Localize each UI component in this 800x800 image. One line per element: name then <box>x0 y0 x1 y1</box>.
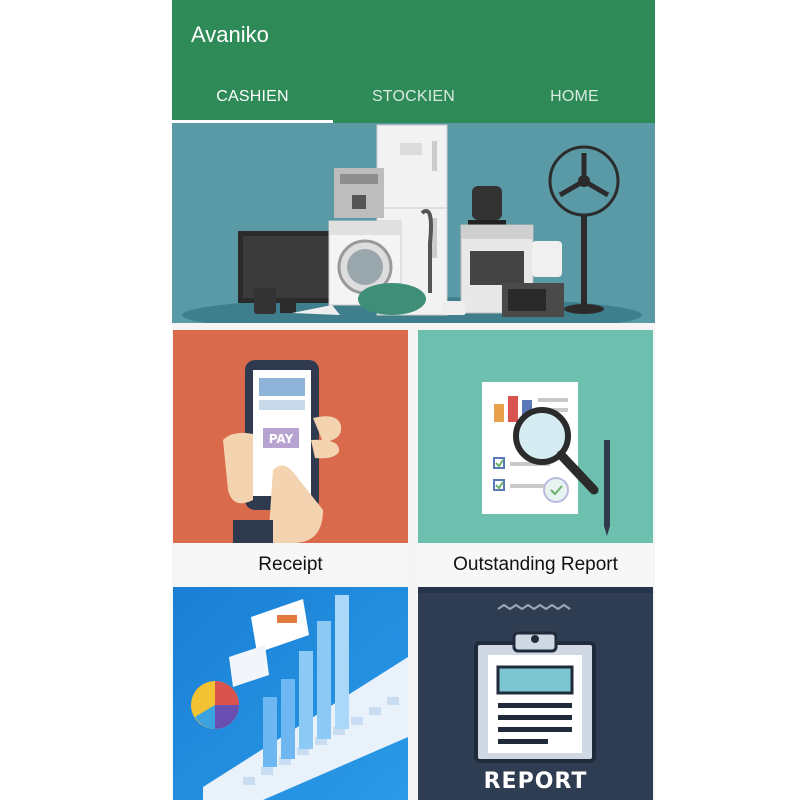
app-title: Avaniko <box>191 22 269 47</box>
report-tile[interactable]: REPORT <box>418 587 653 800</box>
outstanding-report-tile[interactable]: Outstanding Report <box>418 330 653 586</box>
svg-text:PAY: PAY <box>269 432 294 446</box>
home-appliances-illustration-icon <box>172 123 655 323</box>
receipt-label: Receipt <box>173 543 408 586</box>
pay-phone-icon: PAY <box>173 330 408 543</box>
magnifier-report-icon <box>418 330 653 543</box>
appliances-banner <box>172 123 655 323</box>
tab-stockien[interactable]: STOCKIEN <box>333 70 494 123</box>
report-image-text: REPORT <box>483 769 588 794</box>
outstanding-report-label: Outstanding Report <box>418 543 653 586</box>
tab-cashien[interactable]: CASHIEN <box>172 70 333 123</box>
receipt-image: PAY <box>173 330 408 543</box>
analytics-image <box>173 587 408 800</box>
report-image: REPORT <box>418 587 653 800</box>
receipt-tile[interactable]: PAY Receipt <box>173 330 408 586</box>
analytics-keyboard-icon <box>173 587 408 800</box>
tab-home[interactable]: HOME <box>494 70 655 123</box>
outstanding-report-image <box>418 330 653 543</box>
app-screen: Avaniko CASHIEN STOCKIEN HOME PAY Receip… <box>172 0 655 800</box>
tab-bar: CASHIEN STOCKIEN HOME <box>172 70 655 123</box>
app-bar: Avaniko CASHIEN STOCKIEN HOME <box>172 0 655 123</box>
analytics-tile[interactable] <box>173 587 408 800</box>
